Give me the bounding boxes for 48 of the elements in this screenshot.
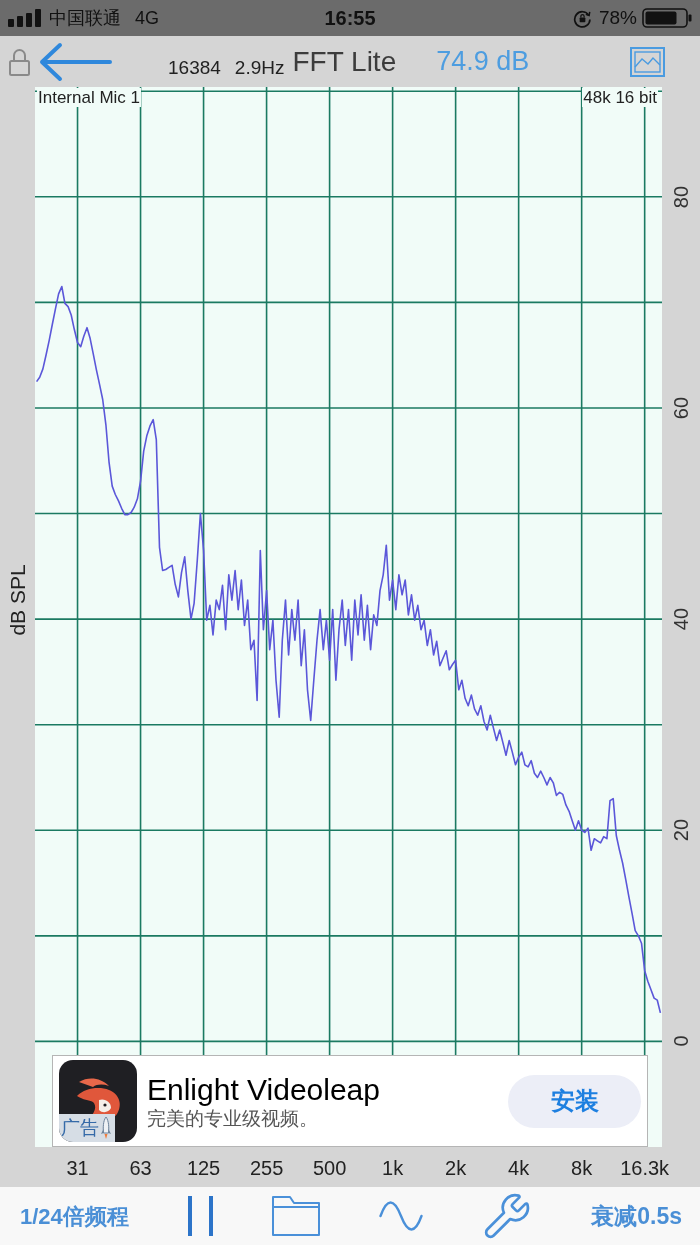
sample-format-label: 48k 16 bit: [582, 88, 658, 107]
x-tick-label: 4k: [508, 1156, 530, 1181]
app-name: Enlight Videoleap: [147, 1072, 380, 1108]
octave-band-button[interactable]: 1/24倍频程: [20, 1199, 129, 1233]
x-tick-label: 31: [66, 1156, 89, 1181]
x-tick-label: 8k: [571, 1156, 593, 1181]
input-device-label: Internal Mic 1: [37, 88, 142, 107]
clock-time: 16:55: [324, 6, 376, 31]
image-icon: [630, 46, 665, 77]
rocket-icon: [100, 1116, 112, 1140]
battery-icon: [642, 8, 692, 28]
x-tick-label: 500: [312, 1156, 347, 1181]
waveform-button[interactable]: [379, 1201, 424, 1231]
folder-icon: [272, 1196, 320, 1236]
app-title: FFT Lite: [292, 44, 397, 79]
lock-icon[interactable]: [8, 47, 31, 76]
folder-button[interactable]: [272, 1196, 320, 1236]
y-tick-label: 0: [669, 1035, 693, 1047]
ad-label: 广告: [61, 1117, 99, 1139]
battery-percent: 78%: [598, 5, 637, 30]
install-button[interactable]: 安装: [508, 1074, 641, 1128]
app-tagline: 完美的专业级视频。: [147, 1108, 319, 1130]
frequency-resolution: 2.9Hz: [234, 56, 285, 81]
network-type: 4G: [135, 6, 159, 30]
x-tick-label: 255: [249, 1156, 284, 1181]
carrier-name: 中国联通: [49, 6, 121, 30]
y-axis-label: dB SPL: [4, 564, 30, 636]
signal-icon: [8, 9, 41, 27]
back-arrow-icon: [38, 41, 112, 82]
x-tick-label: 63: [129, 1156, 152, 1181]
decay-button[interactable]: 衰减0.5s: [591, 1198, 682, 1234]
screenshot-button[interactable]: [630, 46, 665, 77]
y-tick-label: 60: [669, 396, 693, 420]
x-tick-label: 16.3k: [620, 1156, 670, 1181]
y-tick-label: 20: [669, 819, 693, 842]
y-tick-label: 40: [669, 608, 693, 631]
rotation-lock-icon: [572, 8, 592, 28]
x-tick-label: 1k: [382, 1156, 404, 1181]
fft-size: 16384: [168, 56, 221, 81]
x-tick-label: 2k: [445, 1156, 467, 1181]
level-reading: 74.9 dB: [436, 45, 530, 79]
back-button[interactable]: [38, 41, 112, 82]
x-tick-label: 125: [186, 1156, 221, 1181]
sine-wave-icon: [379, 1201, 424, 1231]
pause-button[interactable]: [187, 1196, 213, 1236]
pause-icon: [187, 1196, 213, 1236]
y-tick-label: 80: [669, 185, 693, 208]
ad-banner[interactable]: 广告 Enlight Videoleap 完美的专业级视频。 安装: [52, 1055, 648, 1147]
